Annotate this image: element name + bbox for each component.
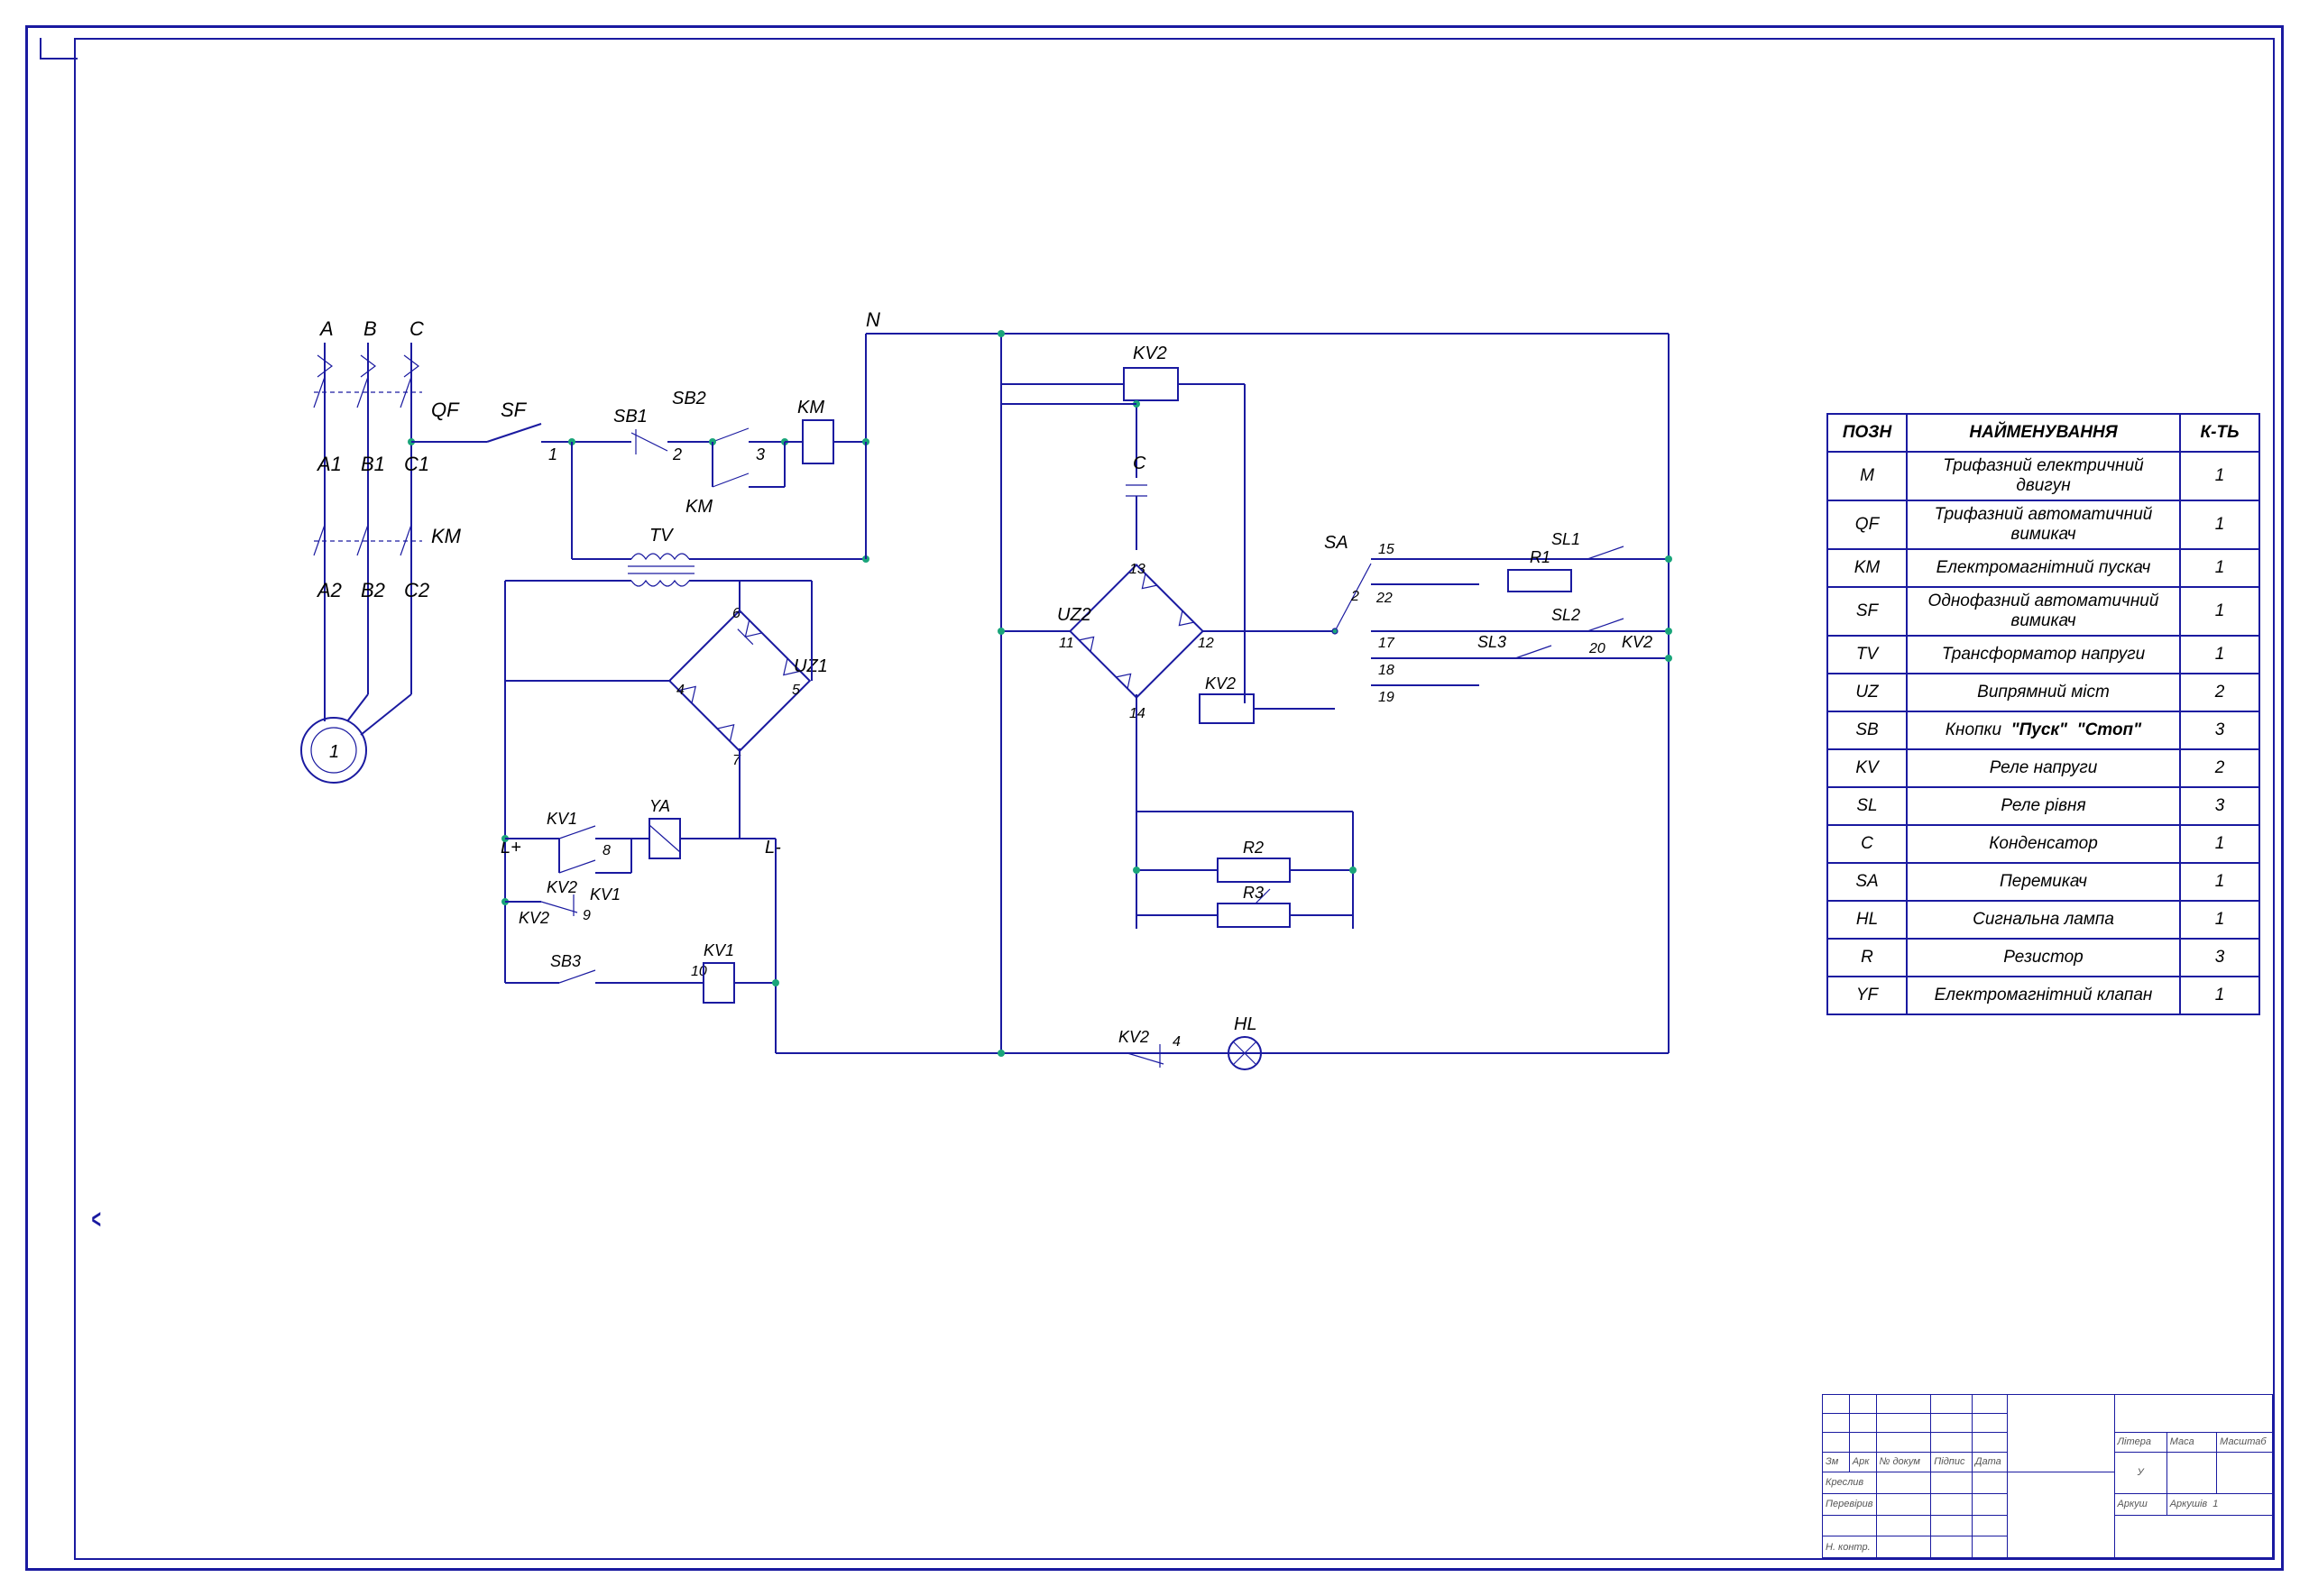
- table-row: YFЕлектромагнітний клапан1: [1827, 977, 2259, 1014]
- parts-header-name: НАЙМЕНУВАННЯ: [1907, 414, 2180, 452]
- svg-text:4: 4: [1173, 1034, 1181, 1050]
- svg-text:UZ1: UZ1: [794, 656, 828, 676]
- svg-text:A: A: [318, 317, 334, 340]
- svg-text:KM: KM: [797, 398, 824, 417]
- three-phase-supply: A B C QF A1 B1 C1 KM A2 B2: [314, 317, 462, 694]
- svg-text:5: 5: [792, 683, 800, 698]
- title-block: Літера Маса Масштаб Зм Арк № докум Підпи…: [1822, 1394, 2273, 1558]
- svg-text:4: 4: [676, 683, 685, 698]
- svg-text:9: 9: [583, 908, 591, 923]
- table-row: KMЕлектромагнітний пускач1: [1827, 549, 2259, 587]
- svg-text:2: 2: [672, 445, 682, 463]
- svg-text:1: 1: [329, 742, 339, 762]
- svg-text:SB3: SB3: [550, 952, 581, 970]
- svg-text:A2: A2: [316, 579, 342, 601]
- parts-header-qty: К-ТЬ: [2180, 414, 2259, 452]
- svg-text:KV2: KV2: [1205, 674, 1236, 693]
- svg-text:1: 1: [548, 445, 557, 463]
- svg-text:C: C: [409, 317, 424, 340]
- svg-text:SB2: SB2: [672, 389, 706, 408]
- table-row: CКонденсатор1: [1827, 825, 2259, 863]
- svg-text:L-: L-: [765, 838, 781, 858]
- parts-table: ПОЗН НАЙМЕНУВАННЯ К-ТЬ MТрифазний електр…: [1826, 413, 2260, 1015]
- svg-text:KM: KM: [685, 497, 713, 517]
- svg-text:10: 10: [691, 964, 707, 979]
- transformer-tv: TV: [568, 438, 869, 586]
- svg-text:UZ2: UZ2: [1057, 605, 1091, 625]
- svg-text:KV2: KV2: [1622, 633, 1652, 651]
- svg-text:TV: TV: [649, 526, 674, 546]
- svg-text:R3: R3: [1243, 884, 1264, 902]
- table-row: SLРеле рівня3: [1827, 787, 2259, 825]
- svg-text:KV2: KV2: [1133, 344, 1167, 363]
- svg-text:HL: HL: [1234, 1014, 1257, 1034]
- svg-text:8: 8: [603, 843, 611, 858]
- svg-text:B1: B1: [361, 453, 385, 475]
- svg-text:22: 22: [1375, 591, 1393, 606]
- svg-text:N: N: [866, 308, 880, 331]
- svg-text:C1: C1: [404, 453, 429, 475]
- svg-text:C: C: [1133, 454, 1146, 473]
- parts-header-des: ПОЗН: [1827, 414, 1907, 452]
- svg-text:SF: SF: [501, 399, 528, 421]
- svg-text:B2: B2: [361, 579, 385, 601]
- svg-text:2: 2: [1350, 589, 1359, 604]
- svg-text:18: 18: [1378, 663, 1394, 678]
- table-row: TVТрансформатор напруги1: [1827, 636, 2259, 674]
- svg-text:KV1: KV1: [590, 885, 621, 903]
- svg-text:KV1: KV1: [704, 941, 734, 959]
- svg-text:11: 11: [1059, 636, 1074, 651]
- svg-text:KV2: KV2: [519, 909, 549, 927]
- motor-symbol: 1: [301, 694, 411, 783]
- svg-text:3: 3: [756, 445, 765, 463]
- svg-text:QF: QF: [431, 399, 460, 421]
- svg-text:17: 17: [1378, 636, 1395, 651]
- table-row: MТрифазний електричний двигун1: [1827, 452, 2259, 500]
- table-row: SFОднофазний автоматичний вимикач1: [1827, 587, 2259, 636]
- svg-text:SL3: SL3: [1477, 633, 1506, 651]
- control-line: SF 1 SB1 2 SB2 3 KM KM: [487, 308, 1669, 517]
- table-row: QFТрифазний автоматичний вимикач1: [1827, 500, 2259, 549]
- table-row: SAПеремикач1: [1827, 863, 2259, 901]
- svg-text:B: B: [363, 317, 377, 340]
- svg-text:SB1: SB1: [613, 407, 648, 427]
- svg-text:20: 20: [1588, 641, 1605, 656]
- table-row: KVРеле напруги2: [1827, 749, 2259, 787]
- svg-text:12: 12: [1198, 636, 1214, 651]
- svg-text:A1: A1: [316, 453, 342, 475]
- svg-text:13: 13: [1129, 562, 1145, 577]
- svg-text:SA: SA: [1324, 533, 1348, 553]
- svg-text:KM: KM: [431, 525, 462, 547]
- table-row: UZВипрямний міст2: [1827, 674, 2259, 711]
- svg-text:KV2: KV2: [547, 878, 577, 896]
- svg-text:R1: R1: [1530, 548, 1550, 566]
- level-control: KV2 C UZ2 11 12 13 14: [776, 330, 1672, 1069]
- svg-text:C2: C2: [404, 579, 429, 601]
- dc-control: L+ L- KV1 8 YA KV2 KV2 9: [501, 681, 781, 1053]
- svg-text:YA: YA: [649, 797, 670, 815]
- svg-text:19: 19: [1378, 690, 1394, 705]
- svg-text:SL2: SL2: [1551, 606, 1580, 624]
- svg-text:R2: R2: [1243, 839, 1264, 857]
- svg-text:KV2: KV2: [1118, 1028, 1149, 1046]
- svg-text:KV1: KV1: [547, 810, 577, 828]
- table-row: SBКнопки "Пуск" "Стоп"3: [1827, 711, 2259, 749]
- table-row: RРезистор3: [1827, 939, 2259, 977]
- svg-text:15: 15: [1378, 542, 1394, 557]
- table-row: HLСигнальна лампа1: [1827, 901, 2259, 939]
- svg-text:SL1: SL1: [1551, 530, 1580, 548]
